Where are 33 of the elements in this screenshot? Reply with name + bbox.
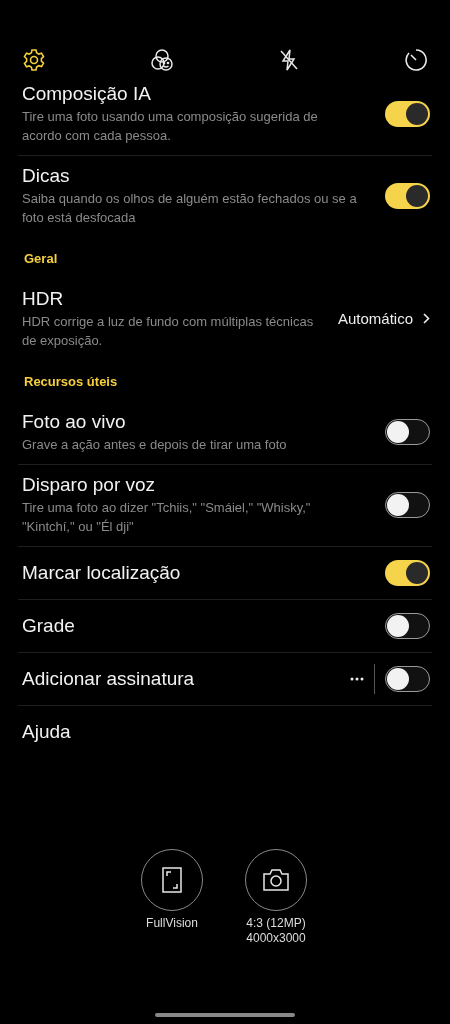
toggle-switch[interactable]: [385, 491, 430, 518]
camera-icon: [262, 868, 290, 892]
timer-icon[interactable]: [403, 48, 428, 72]
setting-description: Saiba quando os olhos de alguém estão fechados ou se a foto está desfocada: [22, 190, 357, 227]
setting-description: HDR corrige a luz de fundo com múltiplas técnicas de exposição.: [22, 313, 315, 350]
setting-title[interactable]: Ajuda: [22, 720, 430, 744]
setting-description: Tire uma foto ao dizer "Tchiis," "Smáiel," "Whisky," "Kintchí," ou "Él dji": [22, 499, 312, 536]
setting-title[interactable]: Dicas: [22, 164, 373, 188]
setting-title[interactable]: Grade: [22, 614, 373, 638]
setting-title[interactable]: Disparo por voz: [22, 473, 373, 497]
filters-icon[interactable]: [148, 47, 175, 73]
setting-description: Grave a ação antes e depois de tirar uma foto: [22, 436, 288, 454]
section-header: Geral: [23, 250, 59, 268]
setting-title[interactable]: Foto ao vivo: [22, 410, 373, 434]
toggle-switch[interactable]: [385, 100, 430, 127]
chevron-right-icon[interactable]: [423, 313, 430, 324]
section-header: Recursos úteis: [23, 373, 119, 391]
fullvision-icon: [162, 867, 182, 893]
settings-icon[interactable]: [22, 48, 46, 72]
setting-title[interactable]: Marcar localização: [22, 561, 373, 585]
option-label: FullVision: [146, 916, 198, 931]
option-label: 4:3 (12MP) 4000x3000: [246, 916, 306, 945]
setting-description: Tire uma foto usando uma composição sugerida de acordo com cada pessoa.: [22, 108, 319, 145]
setting-title[interactable]: Composição IA: [22, 82, 373, 106]
toggle-switch[interactable]: [385, 613, 430, 639]
more-icon[interactable]: [350, 677, 364, 681]
toggle-switch[interactable]: [385, 419, 430, 445]
setting-value[interactable]: Automático: [337, 310, 413, 327]
toggle-switch[interactable]: [385, 666, 430, 692]
toggle-switch[interactable]: [385, 560, 430, 586]
setting-title[interactable]: HDR: [22, 287, 326, 311]
toggle-switch[interactable]: [385, 182, 430, 209]
setting-title[interactable]: Adicionar assinatura: [22, 667, 350, 691]
